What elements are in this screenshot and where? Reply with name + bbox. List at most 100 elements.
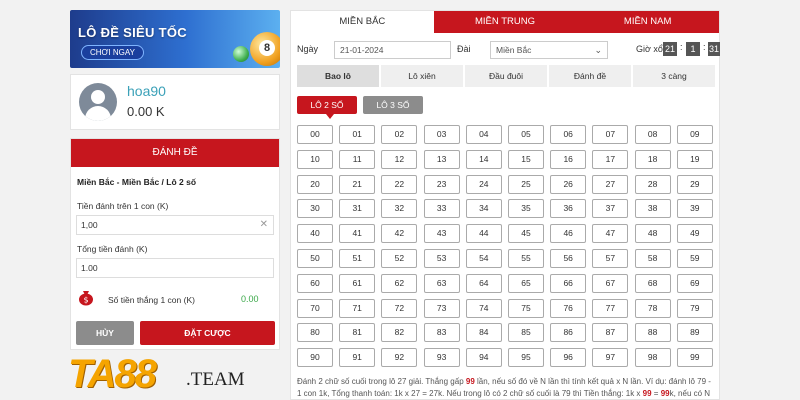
number-cell-56[interactable]: 56: [550, 249, 587, 268]
number-cell-27[interactable]: 27: [592, 174, 629, 194]
number-cell-43[interactable]: 43: [423, 224, 460, 244]
number-cell-18[interactable]: 18: [634, 149, 671, 169]
number-cell-96[interactable]: 96: [550, 348, 587, 368]
number-cell-61[interactable]: 61: [339, 273, 376, 293]
number-cell-28[interactable]: 28: [634, 174, 671, 194]
number-cell-68[interactable]: 68: [634, 273, 671, 293]
number-cell-05[interactable]: 05: [508, 125, 544, 144]
tab-mien-nam[interactable]: MIỀN NAM: [576, 11, 720, 33]
number-cell-72[interactable]: 72: [381, 298, 418, 318]
number-cell-23[interactable]: 23: [423, 174, 460, 194]
subtab-lo-3-so[interactable]: LÔ 3 SỐ: [363, 96, 423, 114]
number-cell-89[interactable]: 89: [676, 323, 713, 343]
place-bet-button[interactable]: ĐẶT CƯỢC: [140, 321, 275, 345]
number-cell-21[interactable]: 21: [339, 174, 376, 194]
number-cell-99[interactable]: 99: [676, 348, 713, 368]
number-cell-12[interactable]: 12: [381, 149, 418, 169]
number-cell-66[interactable]: 66: [550, 273, 587, 293]
number-cell-11[interactable]: 11: [339, 149, 376, 169]
number-cell-76[interactable]: 76: [550, 298, 587, 318]
number-cell-93[interactable]: 93: [423, 348, 460, 368]
number-cell-92[interactable]: 92: [381, 348, 418, 368]
number-cell-60[interactable]: 60: [297, 273, 333, 293]
number-cell-04[interactable]: 04: [465, 125, 502, 144]
mode-bao-lo[interactable]: Bao lô: [297, 65, 379, 87]
number-cell-83[interactable]: 83: [423, 323, 460, 343]
number-cell-47[interactable]: 47: [592, 224, 629, 244]
per-unit-input[interactable]: 1,00 ✕: [76, 215, 274, 235]
number-cell-42[interactable]: 42: [381, 224, 418, 244]
number-cell-70[interactable]: 70: [297, 298, 333, 318]
number-cell-25[interactable]: 25: [508, 174, 544, 194]
number-cell-40[interactable]: 40: [297, 224, 333, 244]
number-cell-59[interactable]: 59: [676, 249, 713, 268]
clear-icon[interactable]: ✕: [260, 216, 268, 234]
subtab-lo-2-so[interactable]: LÔ 2 SỐ: [297, 96, 357, 114]
number-cell-55[interactable]: 55: [508, 249, 544, 268]
number-cell-24[interactable]: 24: [465, 174, 502, 194]
number-cell-46[interactable]: 46: [550, 224, 587, 244]
number-cell-02[interactable]: 02: [381, 125, 418, 144]
number-cell-74[interactable]: 74: [465, 298, 502, 318]
number-cell-36[interactable]: 36: [550, 199, 587, 219]
number-cell-00[interactable]: 00: [297, 125, 333, 144]
number-cell-20[interactable]: 20: [297, 174, 333, 194]
number-cell-09[interactable]: 09: [676, 125, 713, 144]
number-cell-07[interactable]: 07: [592, 125, 629, 144]
number-cell-37[interactable]: 37: [592, 199, 629, 219]
number-cell-34[interactable]: 34: [465, 199, 502, 219]
number-cell-10[interactable]: 10: [297, 149, 333, 169]
number-cell-14[interactable]: 14: [465, 149, 502, 169]
mode-3-cang[interactable]: 3 càng: [633, 65, 715, 87]
number-cell-44[interactable]: 44: [465, 224, 502, 244]
number-cell-39[interactable]: 39: [676, 199, 713, 219]
number-cell-73[interactable]: 73: [423, 298, 460, 318]
number-cell-67[interactable]: 67: [592, 273, 629, 293]
number-cell-52[interactable]: 52: [381, 249, 418, 268]
number-cell-84[interactable]: 84: [465, 323, 502, 343]
number-cell-86[interactable]: 86: [550, 323, 587, 343]
number-cell-65[interactable]: 65: [508, 273, 544, 293]
number-cell-53[interactable]: 53: [423, 249, 460, 268]
number-cell-31[interactable]: 31: [339, 199, 376, 219]
number-cell-82[interactable]: 82: [381, 323, 418, 343]
mode-lo-xien[interactable]: Lô xiên: [381, 65, 463, 87]
number-cell-13[interactable]: 13: [423, 149, 460, 169]
number-cell-29[interactable]: 29: [676, 174, 713, 194]
number-cell-48[interactable]: 48: [634, 224, 671, 244]
number-cell-19[interactable]: 19: [676, 149, 713, 169]
number-cell-06[interactable]: 06: [550, 125, 587, 144]
number-cell-94[interactable]: 94: [465, 348, 502, 368]
number-cell-03[interactable]: 03: [423, 125, 460, 144]
tab-mien-bac[interactable]: MIỀN BẮC: [291, 11, 434, 33]
number-cell-49[interactable]: 49: [676, 224, 713, 244]
number-cell-95[interactable]: 95: [508, 348, 544, 368]
number-cell-97[interactable]: 97: [592, 348, 629, 368]
number-cell-77[interactable]: 77: [592, 298, 629, 318]
number-cell-98[interactable]: 98: [634, 348, 671, 368]
number-cell-88[interactable]: 88: [634, 323, 671, 343]
number-cell-35[interactable]: 35: [508, 199, 544, 219]
number-cell-26[interactable]: 26: [550, 174, 587, 194]
number-cell-32[interactable]: 32: [381, 199, 418, 219]
number-cell-01[interactable]: 01: [339, 125, 376, 144]
number-cell-80[interactable]: 80: [297, 323, 333, 343]
number-cell-30[interactable]: 30: [297, 199, 333, 219]
number-cell-75[interactable]: 75: [508, 298, 544, 318]
number-cell-15[interactable]: 15: [508, 149, 544, 169]
number-cell-91[interactable]: 91: [339, 348, 376, 368]
region-select[interactable]: Miền Bắc ⌄: [490, 41, 608, 59]
number-cell-58[interactable]: 58: [634, 249, 671, 268]
number-cell-64[interactable]: 64: [465, 273, 502, 293]
number-cell-50[interactable]: 50: [297, 249, 333, 268]
number-cell-79[interactable]: 79: [676, 298, 713, 318]
number-cell-16[interactable]: 16: [550, 149, 587, 169]
number-cell-33[interactable]: 33: [423, 199, 460, 219]
number-cell-45[interactable]: 45: [508, 224, 544, 244]
number-cell-57[interactable]: 57: [592, 249, 629, 268]
number-cell-87[interactable]: 87: [592, 323, 629, 343]
play-now-button[interactable]: CHƠI NGAY: [81, 45, 144, 60]
number-cell-08[interactable]: 08: [634, 125, 671, 144]
mode-dau-duoi[interactable]: Đầu đuôi: [465, 65, 547, 87]
number-cell-90[interactable]: 90: [297, 348, 333, 368]
